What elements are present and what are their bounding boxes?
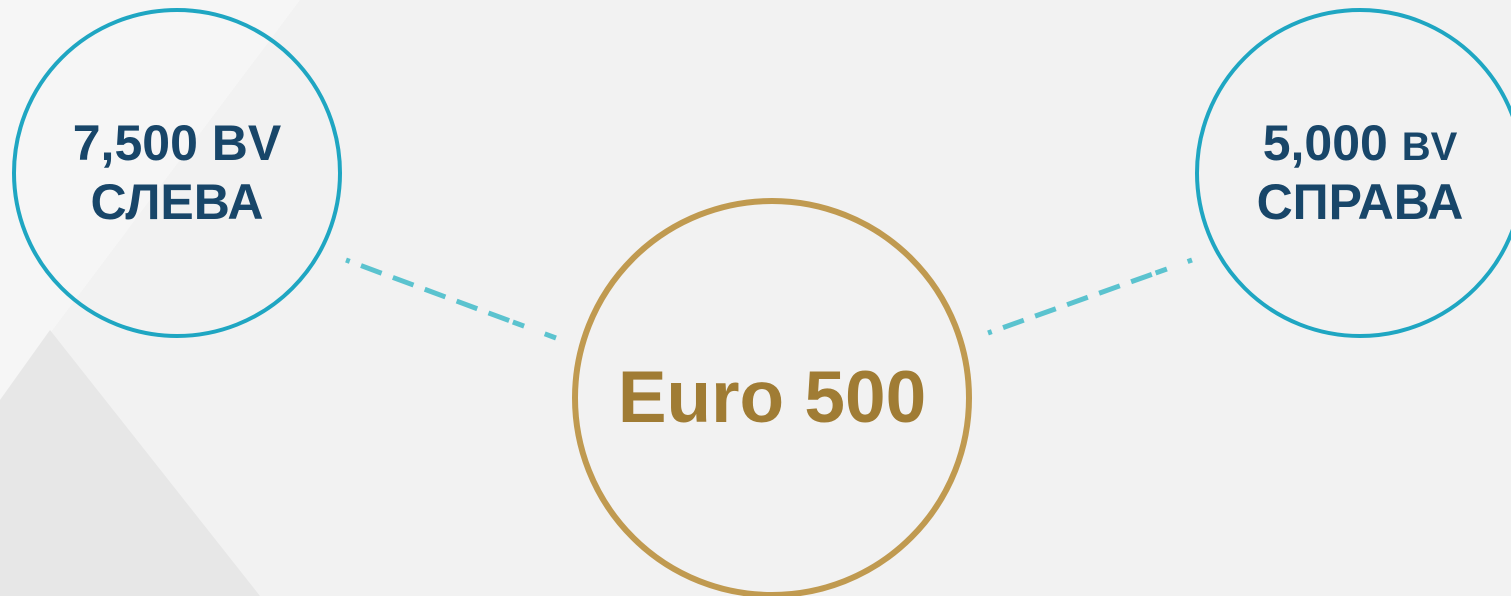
right-leg-circle: 5,000 BV СПРАВА <box>1195 8 1511 338</box>
left-leg-side-label: СЛЕВА <box>90 174 264 230</box>
right-leg-side-label: СПРАВА <box>1256 174 1464 230</box>
left-leg-circle: 7,500 BV СЛЕВА <box>12 8 342 338</box>
right-leg-amount: 5,000 <box>1262 115 1388 171</box>
right-leg-unit: BV <box>1401 125 1458 169</box>
diagram-canvas: 7,500 BV СЛЕВА 5,000 BV СПРАВА Euro 500 <box>0 0 1511 596</box>
background-dark-triangle <box>0 330 260 596</box>
right-connector-line <box>987 257 1193 336</box>
right-leg-volume: 5,000 BV <box>1263 114 1458 173</box>
bonus-label: Euro 500 <box>617 356 927 438</box>
left-leg-volume: 7,500 BV <box>73 114 282 173</box>
bonus-circle: Euro 500 <box>572 198 972 596</box>
left-leg-unit: BV <box>211 115 282 171</box>
left-leg-amount: 7,500 <box>72 115 198 171</box>
left-connector-line <box>345 257 557 341</box>
